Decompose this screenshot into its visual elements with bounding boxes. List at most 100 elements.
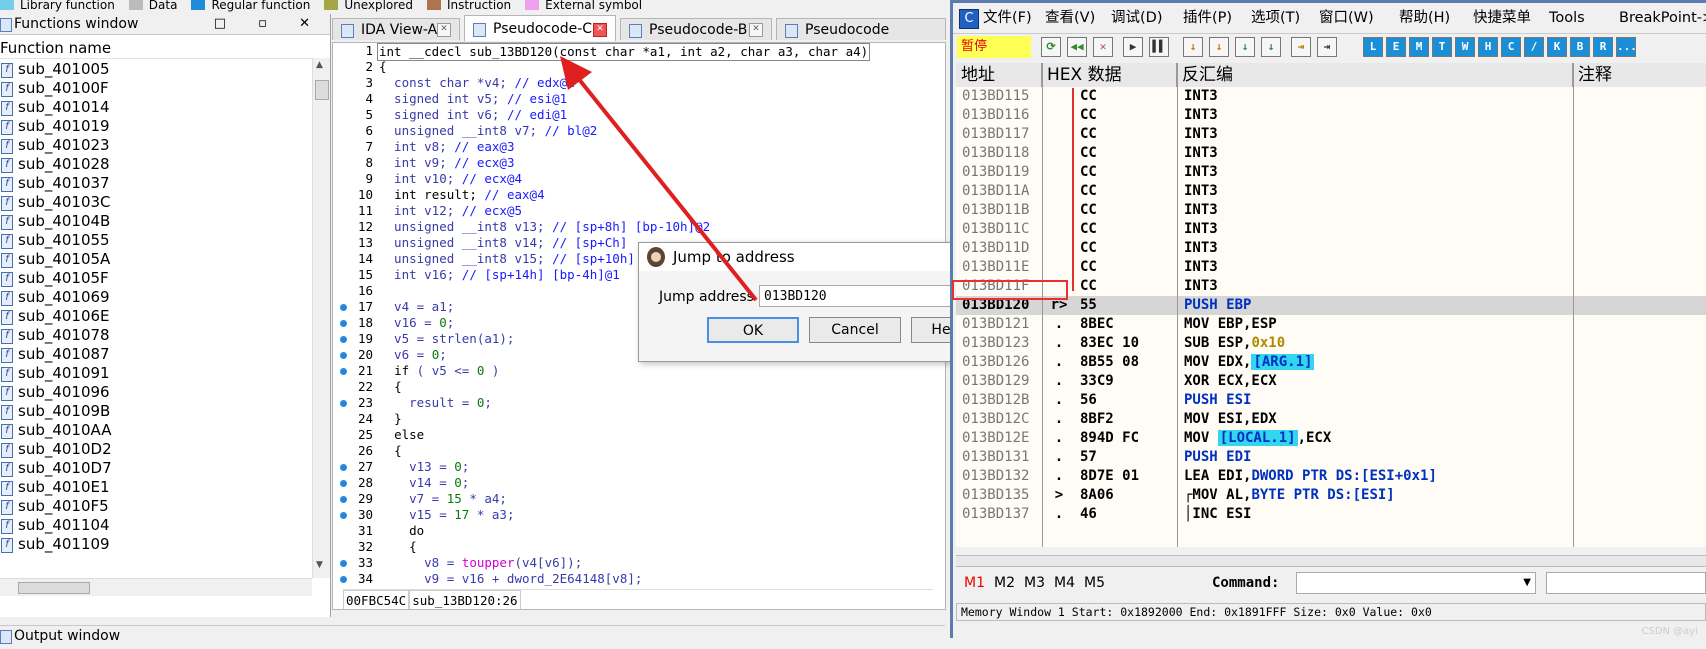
disasm-row[interactable]: 013BD121. 8BEC MOV EBP,ESP (956, 315, 1706, 334)
tab-ida-view-a[interactable]: IDA View-A ✕ (332, 18, 460, 40)
code-line[interactable]: 3 const char *v4; // edx@1 (333, 75, 945, 91)
go-to-icon[interactable]: ⇥ (1317, 37, 1337, 57)
disasm-row[interactable]: 013BD12B. 56 PUSH ESI (956, 391, 1706, 410)
toolbar-letter-button[interactable]: L (1363, 37, 1383, 57)
disasm-row[interactable]: 013BD12E. 894D FC MOV [LOCAL.1] ,ECX (956, 429, 1706, 448)
memory-tab-m3[interactable]: M3 (1024, 568, 1045, 598)
toolbar-letter-button[interactable]: T (1432, 37, 1452, 57)
function-list-item[interactable]: f sub_40106E (0, 307, 312, 326)
disasm-row[interactable]: 013BD11A CC INT3 (956, 182, 1706, 201)
disasm-row[interactable]: 013BD120 r> 55 PUSH EBP (956, 296, 1706, 315)
function-list-item[interactable]: f sub_40105F (0, 269, 312, 288)
tab-pseudocode-b[interactable]: Pseudocode-B ✕ (620, 18, 772, 40)
code-line[interactable]: 21 if ( v5 <= 0 ) (333, 363, 945, 379)
menu-item[interactable]: 选项(T) (1251, 3, 1300, 33)
toolbar-letter-button[interactable]: C (1501, 37, 1521, 57)
memory-tab-m1[interactable]: M1 (964, 568, 985, 598)
toolbar-letter-button[interactable]: E (1386, 37, 1406, 57)
menu-item[interactable]: Tools (1549, 3, 1585, 33)
memory-tab-m5[interactable]: M5 (1084, 568, 1105, 598)
disasm-row[interactable]: 013BD12C. 8BF2 MOV ESI,EDX (956, 410, 1706, 429)
function-list-item[interactable]: f sub_401028 (0, 155, 312, 174)
disasm-row[interactable]: 013BD131. 57 PUSH EDI (956, 448, 1706, 467)
ok-button[interactable]: OK (707, 317, 799, 343)
code-line[interactable]: 6 unsigned __int8 v7; // bl@2 (333, 123, 945, 139)
toolbar-letter-button[interactable]: R (1593, 37, 1613, 57)
close-tab-icon[interactable]: ✕ (437, 23, 451, 37)
code-line[interactable]: 4 signed int v5; // esi@1 (333, 91, 945, 107)
trace-over-icon[interactable]: ↓ (1261, 37, 1281, 57)
disasm-row[interactable]: 013BD137. 46 │INC ESI (956, 505, 1706, 524)
app-icon[interactable]: C (959, 9, 979, 29)
disasm-row[interactable]: 013BD132. 8D7E 01 LEA EDI,DWORD PTR DS:[ES… (956, 467, 1706, 486)
function-list-item[interactable]: f sub_401005 (0, 60, 312, 79)
code-line[interactable]: 12 unsigned __int8 v13; // [sp+8h] [bp-1… (333, 219, 945, 235)
code-line[interactable]: 33 v8 = toupper(v4[v6]); (333, 555, 945, 571)
function-list-item[interactable]: f sub_40105A (0, 250, 312, 269)
functions-vertical-scrollbar[interactable]: ▲ ▼ (312, 58, 330, 578)
code-line[interactable]: 2{ (333, 59, 945, 75)
code-line[interactable]: 5 signed int v6; // edi@1 (333, 107, 945, 123)
pane-splitter[interactable] (956, 555, 1706, 567)
code-line[interactable]: 11 int v12; // ecx@5 (333, 203, 945, 219)
menu-item[interactable]: 快捷菜单 (1473, 3, 1531, 33)
code-line[interactable]: 25 else (333, 427, 945, 443)
function-list-item[interactable]: f sub_401096 (0, 383, 312, 402)
memory-tab-m2[interactable]: M2 (994, 568, 1015, 598)
menu-item[interactable]: BreakPoint-> (1619, 3, 1706, 33)
execute-till-return-icon[interactable]: ⇥ (1291, 37, 1311, 57)
disasm-row[interactable]: 013BD11F CC INT3 (956, 277, 1706, 296)
function-list-item[interactable]: f sub_401104 (0, 516, 312, 535)
function-list-item[interactable]: f sub_401023 (0, 136, 312, 155)
code-line[interactable]: 26 { (333, 443, 945, 459)
toolbar-letter-button[interactable]: K (1547, 37, 1567, 57)
close-tab-icon[interactable]: ✕ (593, 23, 607, 37)
tab-pseudocode[interactable]: Pseudocode (776, 18, 946, 40)
code-line[interactable]: 28 v14 = 0; (333, 475, 945, 491)
code-line[interactable]: 30 v15 = 17 * a3; (333, 507, 945, 523)
function-list-item[interactable]: f sub_4010D7 (0, 459, 312, 478)
disasm-row[interactable]: 013BD11D CC INT3 (956, 239, 1706, 258)
disasm-row[interactable]: 013BD123. 83EC 10 SUB ESP,0x10 (956, 334, 1706, 353)
step-over-icon[interactable]: ↓ (1209, 37, 1229, 57)
run-icon[interactable]: ▶ (1123, 37, 1143, 57)
menu-item[interactable]: 帮助(H) (1399, 3, 1450, 33)
output-window-bar[interactable]: Output window (0, 625, 945, 649)
code-line[interactable]: 1 int __cdecl sub_13BD120(const char *a1,… (333, 43, 945, 61)
function-list-item[interactable]: f sub_401014 (0, 98, 312, 117)
function-list-item[interactable]: f sub_40103C (0, 193, 312, 212)
code-line[interactable]: 29 v7 = 15 * a4; (333, 491, 945, 507)
disasm-row[interactable]: 013BD117 CC INT3 (956, 125, 1706, 144)
function-list-item[interactable]: f sub_401069 (0, 288, 312, 307)
code-line[interactable]: 22 { (333, 379, 945, 395)
restart-icon[interactable]: ⟳ (1041, 37, 1061, 57)
function-list-item[interactable]: f sub_401078 (0, 326, 312, 345)
tab-pseudocode-c[interactable]: Pseudocode-C ✕ (464, 15, 616, 41)
disasm-row[interactable]: 013BD11B CC INT3 (956, 201, 1706, 220)
header-disasm[interactable]: 反汇编 (1177, 63, 1573, 87)
code-line[interactable]: 9 int v10; // ecx@4 (333, 171, 945, 187)
function-list-item[interactable]: f sub_4010F5 (0, 497, 312, 516)
function-name-column-header[interactable]: Function name (0, 36, 312, 59)
menu-item[interactable]: 调试(D) (1111, 3, 1162, 33)
disasm-row[interactable]: 013BD118 CC INT3 (956, 144, 1706, 163)
menu-item[interactable]: 查看(V) (1045, 3, 1095, 33)
function-list-item[interactable]: f sub_401019 (0, 117, 312, 136)
trace-into-icon[interactable]: ↓ (1235, 37, 1255, 57)
function-list-item[interactable]: f sub_401037 (0, 174, 312, 193)
menu-item[interactable]: 文件(F) (983, 3, 1032, 33)
function-list-item[interactable]: f sub_401055 (0, 231, 312, 250)
close-tab-icon[interactable]: ✕ (749, 23, 763, 37)
toolbar-letter-button[interactable]: / (1524, 37, 1544, 57)
code-line[interactable]: 23 result = 0; (333, 395, 945, 411)
disasm-row[interactable]: 013BD115 CC INT3 (956, 87, 1706, 106)
disasm-row[interactable]: 013BD135 >8A06 ┌MOV AL,BYTE PTR DS:[ESI] (956, 486, 1706, 505)
disasm-row[interactable]: 013BD119 CC INT3 (956, 163, 1706, 182)
memory-tab-m4[interactable]: M4 (1054, 568, 1075, 598)
function-list-item[interactable]: f sub_4010E1 (0, 478, 312, 497)
function-list-item[interactable]: f sub_40109B (0, 402, 312, 421)
scroll-up-icon[interactable]: ▲ (316, 60, 323, 70)
cancel-button[interactable]: Cancel (809, 317, 901, 343)
command-input[interactable]: ▼ (1296, 572, 1536, 594)
disasm-row[interactable]: 013BD11C CC INT3 (956, 220, 1706, 239)
